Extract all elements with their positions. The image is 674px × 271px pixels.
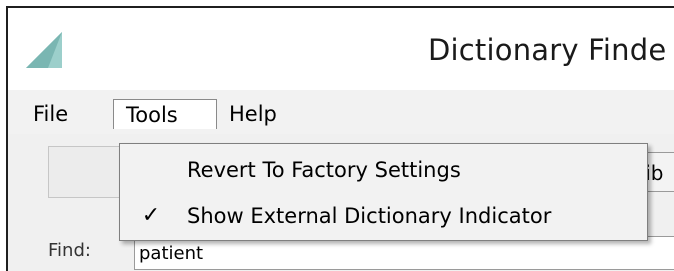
window-title: Dictionary Finde <box>428 33 667 67</box>
menu-item-show-external-dictionary-indicator[interactable]: ✓ Show External Dictionary Indicator <box>120 196 647 236</box>
tools-dropdown-menu: Revert To Factory Settings ✓ Show Extern… <box>119 143 648 241</box>
menu-item-label: Revert To Factory Settings <box>187 158 461 182</box>
app-logo-icon <box>26 32 62 68</box>
find-input[interactable] <box>134 236 674 270</box>
menu-item-label: Show External Dictionary Indicator <box>187 204 552 228</box>
checkmark-icon: ✓ <box>141 203 161 228</box>
app-window: Dictionary Finde File Tools Help rib Fin… <box>6 6 674 271</box>
find-label: Find: <box>48 240 91 261</box>
menu-file[interactable]: File <box>26 99 75 129</box>
menu-item-revert-factory-settings[interactable]: Revert To Factory Settings <box>120 150 647 190</box>
title-bar: Dictionary Finde <box>8 8 674 90</box>
menu-help[interactable]: Help <box>222 99 284 129</box>
menu-tools[interactable]: Tools <box>113 99 217 129</box>
menu-bar: File Tools Help <box>8 90 674 134</box>
